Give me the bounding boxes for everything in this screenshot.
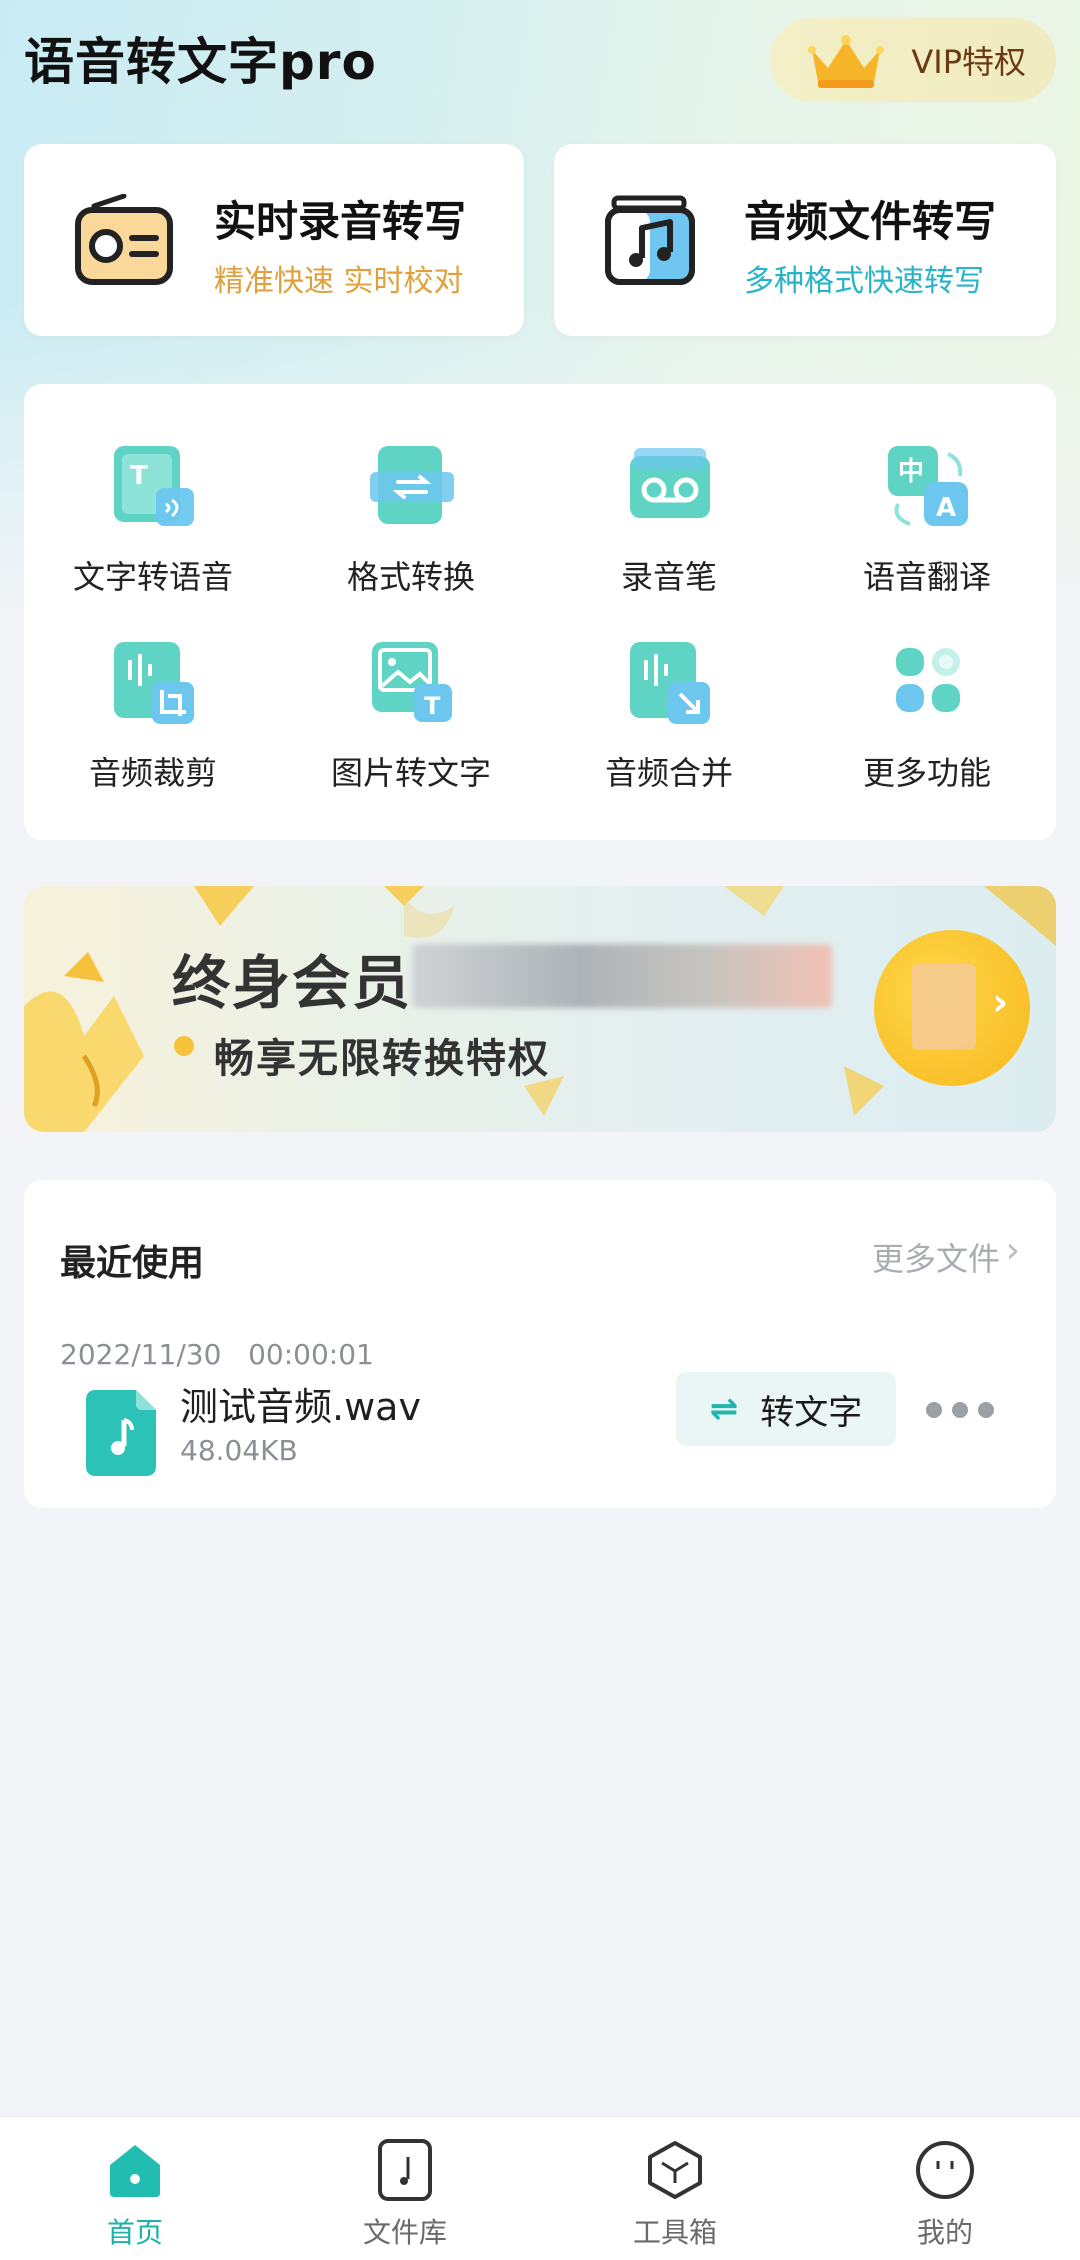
audio-file-transcribe-title: 音频文件转写	[744, 197, 997, 246]
recent-section: 最近使用 更多文件 › 2022/11/30 00:00:01 测试音频.wav…	[24, 1180, 1056, 1508]
tool-voice-translate[interactable]: 中 A 语音翻译	[798, 444, 1056, 624]
svg-text:T: T	[424, 692, 441, 720]
dot	[926, 1402, 942, 1418]
tool-more-functions[interactable]: 更多功能	[798, 640, 1056, 820]
tool-label: 图片转文字	[330, 754, 491, 792]
file-library-icon	[378, 2139, 432, 2201]
tab-home[interactable]: 首页	[0, 2117, 270, 2260]
recent-item-size: 48.04KB	[180, 1434, 298, 1467]
text-to-speech-icon: T	[114, 446, 194, 526]
image-to-text-icon: T	[372, 642, 452, 722]
toolbox-icon	[648, 2141, 702, 2199]
radio-icon	[75, 194, 173, 285]
tool-audio-crop[interactable]: 音频裁剪	[24, 640, 282, 820]
svg-text:中: 中	[898, 457, 924, 487]
recent-item-name[interactable]: 测试音频.wav	[180, 1376, 421, 1431]
tool-audio-merge[interactable]: 音频合并	[540, 640, 798, 820]
banner-title: 终身会员	[172, 949, 413, 1017]
tab-label: 工具箱	[632, 2216, 717, 2249]
vip-label: VIP特权	[911, 43, 1026, 81]
convert-to-text-button[interactable]: ⇌ 转文字	[676, 1372, 896, 1446]
tool-label: 音频裁剪	[88, 754, 217, 792]
audio-merge-icon	[630, 642, 710, 724]
realtime-transcribe-card[interactable]: 实时录音转写 精准快速 实时校对	[24, 144, 524, 336]
tools-grid: T 文字转语音 格式转换 录音笔 中 A 语音翻译 音频裁剪 T 图片转文字 音…	[24, 384, 1056, 840]
banner-action-image	[912, 964, 976, 1050]
audio-file-transcribe-subtitle: 多种格式快速转写	[744, 264, 984, 299]
more-apps-icon	[896, 648, 960, 712]
more-options-icon[interactable]	[926, 1402, 994, 1418]
realtime-transcribe-subtitle: 精准快速 实时校对	[214, 264, 464, 299]
tab-toolbox[interactable]: 工具箱	[540, 2117, 810, 2260]
banner-subtitle: 畅享无限转换特权	[214, 1036, 550, 1082]
more-files-link[interactable]: 更多文件	[872, 1234, 1000, 1280]
vip-button[interactable]: VIP特权	[770, 18, 1056, 102]
tab-file-library[interactable]: 文件库	[270, 2117, 540, 2260]
banner-action-button[interactable]: ›	[874, 930, 1030, 1086]
banner-price-redacted	[412, 944, 832, 1008]
audio-file-icon[interactable]	[86, 1390, 156, 1476]
music-file-icon	[605, 195, 695, 285]
tab-label: 首页	[106, 2216, 163, 2249]
swap-arrows-icon: ⇌	[709, 1389, 739, 1429]
audio-crop-icon	[114, 642, 194, 724]
app-title: 语音转文字pro	[24, 33, 377, 91]
tool-label: 音频合并	[604, 754, 733, 792]
svg-text:A: A	[936, 493, 956, 523]
crown-icon	[808, 35, 884, 88]
recent-item-timestamp: 2022/11/30 00:00:01	[60, 1338, 374, 1371]
dot	[978, 1402, 994, 1418]
chevron-right-icon: ›	[992, 980, 1008, 1024]
bottom-tab-bar: 首页 文件库 工具箱 我的	[0, 2116, 1080, 2260]
convert-label: 转文字	[760, 1392, 863, 1433]
tool-label: 语音翻译	[862, 558, 991, 596]
realtime-transcribe-title: 实时录音转写	[214, 197, 467, 246]
tool-label: 格式转换	[346, 558, 475, 596]
home-icon	[110, 2145, 160, 2197]
tab-label: 文件库	[362, 2216, 447, 2249]
profile-icon	[916, 2141, 974, 2199]
recent-title: 最近使用	[60, 1243, 205, 1284]
tool-image-to-text[interactable]: T 图片转文字	[282, 640, 540, 820]
audio-file-transcribe-card[interactable]: 音频文件转写 多种格式快速转写	[554, 144, 1056, 336]
tool-label: 更多功能	[862, 754, 991, 792]
tool-recorder[interactable]: 录音笔	[540, 444, 798, 624]
tool-label: 文字转语音	[72, 558, 233, 596]
tool-label: 录音笔	[620, 558, 717, 596]
recent-item-duration: 00:00:01	[248, 1338, 374, 1371]
recorder-icon	[630, 448, 710, 518]
svg-text:T: T	[130, 461, 148, 491]
format-convert-icon	[370, 446, 454, 524]
tool-format-convert[interactable]: 格式转换	[282, 444, 540, 624]
tool-text-to-speech[interactable]: T 文字转语音	[24, 444, 282, 624]
tab-label: 我的	[916, 2216, 973, 2249]
dot	[952, 1402, 968, 1418]
tab-profile[interactable]: 我的	[810, 2117, 1080, 2260]
chevron-right-icon[interactable]: ›	[1006, 1230, 1020, 1271]
recent-item-date: 2022/11/30	[60, 1338, 222, 1371]
vip-promo-banner[interactable]: 终身会员 畅享无限转换特权 ›	[24, 886, 1056, 1132]
translate-icon: 中 A	[888, 446, 968, 526]
